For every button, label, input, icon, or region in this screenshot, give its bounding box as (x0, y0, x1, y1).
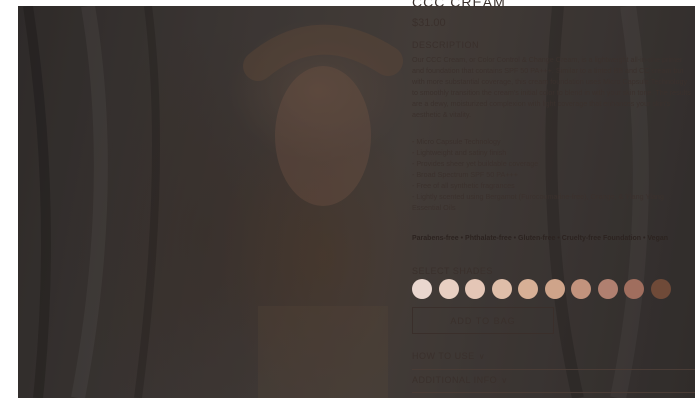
feature-item: Broad Spectrum SPF 50 PA+++ (412, 169, 692, 180)
feature-item: Provides sheer yet buildable coverage (412, 158, 692, 169)
shade-swatch-10[interactable] (650, 279, 671, 299)
product-badges: Parabens-free • Phthalate-free • Gluten-… (412, 235, 669, 242)
feature-item: Free of all synthetic fragrances (412, 180, 692, 191)
shade-swatch-1[interactable] (412, 279, 432, 299)
description-text: Our CCC Cream, or Color Control & Change… (412, 55, 691, 119)
accordion-divider (412, 392, 695, 393)
chevron-down-icon: ∨ (501, 376, 508, 385)
how-to-use-label: HOW TO USE (412, 351, 475, 361)
how-to-use-accordion[interactable]: HOW TO USE ∨ (412, 351, 695, 371)
product-panel: CCC CREAM $31.00 DESCRIPTION Our CCC Cre… (412, 0, 695, 398)
accordion-divider (412, 369, 695, 370)
shades-heading: SELECT SHADES (412, 266, 493, 276)
additional-info-label: ADDITIONAL INFO (412, 375, 498, 385)
product-title: CCC CREAM (412, 0, 506, 10)
chevron-down-icon: ∨ (478, 352, 486, 361)
add-to-bag-button[interactable]: ADD TO BAG (412, 307, 554, 334)
feature-list: Micro Capsule Technology Lightweight and… (412, 136, 692, 213)
shade-swatch-4[interactable] (491, 279, 512, 299)
shade-swatch-9[interactable] (624, 279, 644, 299)
shade-swatch-6[interactable] (544, 279, 565, 299)
feature-item: Micro Capsule Technology (412, 136, 692, 147)
shade-swatch-2[interactable] (438, 279, 459, 299)
feature-item: Lightweight and satiny finish (412, 147, 692, 158)
shade-swatch-5[interactable] (518, 279, 538, 299)
product-price: $31.00 (412, 17, 446, 29)
shade-swatch-8[interactable] (597, 279, 618, 299)
shade-swatch-7[interactable] (571, 279, 591, 299)
shade-swatches (412, 279, 671, 299)
feature-item: Lightly scented using Bergamot (Furocoum… (412, 191, 692, 213)
shade-swatch-3[interactable] (465, 279, 485, 299)
description-heading: DESCRIPTION (412, 40, 480, 50)
